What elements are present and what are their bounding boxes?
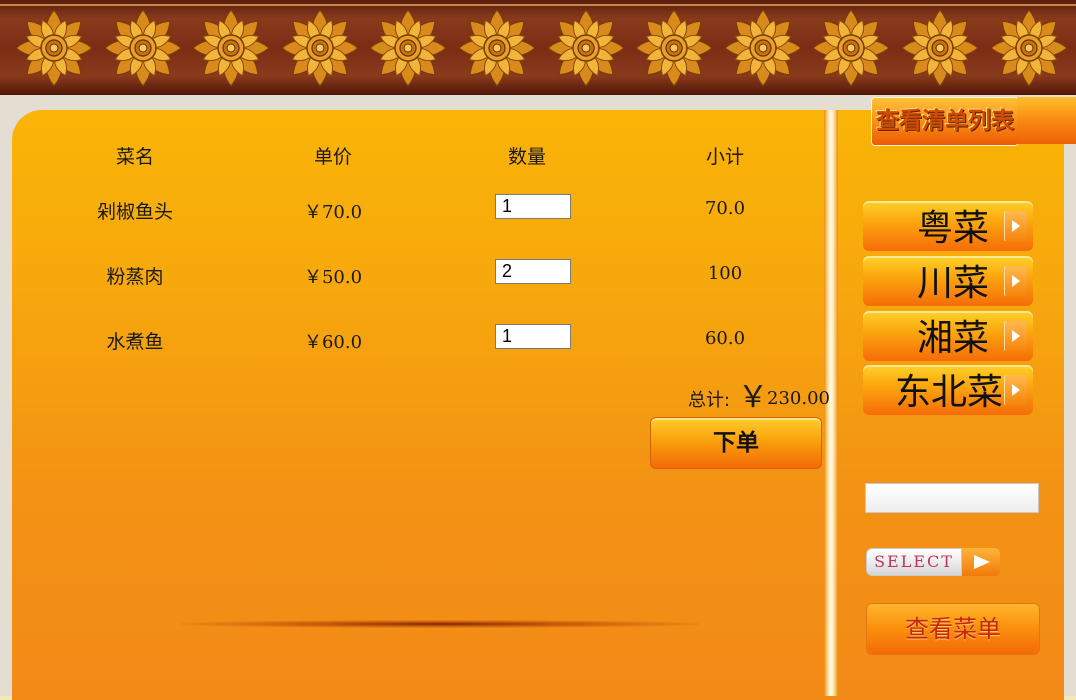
decorative-header-border [0, 0, 1076, 98]
total-amount: 230.00 [767, 388, 830, 409]
header-dish-name: 菜名 [115, 146, 154, 168]
golden-lotus-flower-icon [369, 9, 448, 87]
arrow-right-icon [1004, 375, 1027, 405]
row-3-price: ￥60.0 [303, 332, 363, 353]
golden-lotus-flower-icon [812, 9, 891, 87]
select-button-label: SELECT [866, 548, 962, 576]
category-northeast-button[interactable]: 东北菜 [863, 365, 1033, 415]
category-cantonese-button[interactable]: 粤菜 [863, 201, 1033, 251]
row-3-subtotal: 60.0 [704, 328, 746, 349]
play-arrow-icon [962, 548, 1000, 576]
category-label: 湘菜 [916, 318, 989, 359]
golden-lotus-flower-icon [280, 9, 359, 87]
select-button[interactable]: SELECT [866, 548, 1000, 576]
search-input[interactable] [865, 483, 1039, 513]
row-1-price: ￥70.0 [303, 202, 363, 223]
category-sichuan-button[interactable]: 川菜 [863, 256, 1033, 306]
arrow-right-icon [1004, 211, 1027, 241]
row-3-dish-name: 水煮鱼 [106, 331, 164, 353]
golden-lotus-flower-icon [103, 9, 182, 87]
view-menu-button[interactable]: 查看菜单 [866, 603, 1040, 655]
view-list-button-tail [1017, 97, 1076, 144]
header-quantity: 数量 [507, 146, 546, 168]
arrow-right-icon [1004, 321, 1027, 351]
golden-lotus-flower-icon [635, 9, 714, 87]
category-label: 粤菜 [916, 208, 989, 249]
row-1-subtotal: 70.0 [704, 198, 746, 219]
arrow-right-icon [1004, 266, 1027, 296]
row-2-quantity-input[interactable] [495, 259, 571, 284]
total-label: 总计: [688, 390, 731, 411]
golden-lotus-flower-icon [989, 9, 1068, 87]
row-2-subtotal: 100 [707, 263, 743, 284]
row-2-price: ￥50.0 [303, 267, 363, 288]
header-unit-price: 单价 [313, 146, 352, 168]
golden-lotus-flower-icon [15, 9, 93, 87]
golden-lotus-flower-icon [546, 9, 625, 87]
category-label: 东北菜 [894, 372, 1003, 413]
golden-lotus-flower-icon [458, 9, 536, 87]
view-order-list-button[interactable]: 查看清单列表 [871, 97, 1019, 146]
category-label: 川菜 [916, 263, 989, 304]
total-currency-symbol: ￥ [738, 380, 768, 415]
golden-lotus-flower-icon [723, 9, 802, 87]
place-order-button[interactable]: 下单 [650, 417, 822, 469]
row-1-dish-name: 剁椒鱼头 [96, 201, 173, 223]
golden-lotus-flower-icon [901, 9, 979, 87]
golden-lotus-flower-icon [192, 9, 271, 87]
row-1-quantity-input[interactable] [495, 194, 571, 219]
header-subtotal: 小计 [705, 146, 744, 168]
decorative-line [180, 620, 700, 628]
row-2-dish-name: 粉蒸肉 [106, 266, 164, 288]
row-3-quantity-input[interactable] [495, 324, 571, 349]
category-hunan-button[interactable]: 湘菜 [863, 311, 1033, 361]
